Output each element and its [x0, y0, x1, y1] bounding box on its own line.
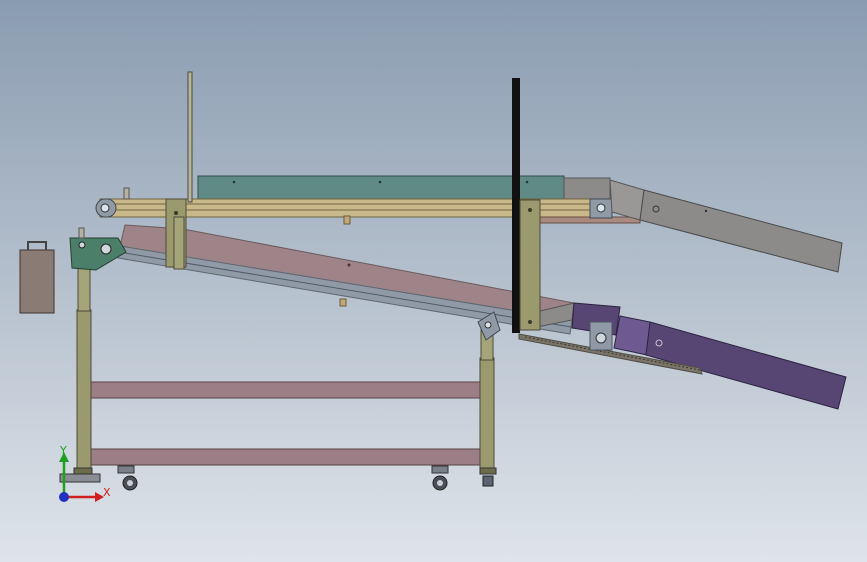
cad-viewport[interactable]: Y X [0, 0, 867, 562]
frame-lower-crossbar [89, 448, 483, 466]
frame-left-leg-top [77, 264, 91, 312]
black-post-bar [512, 78, 520, 333]
frame-right-leg [479, 357, 495, 471]
black-post-bracket [519, 199, 541, 331]
upper-head-pulley [95, 198, 117, 218]
plate-bolt-icon [528, 320, 532, 324]
motor-box[interactable] [19, 241, 55, 314]
lower-tail-pulley [589, 321, 613, 351]
upper-belt-bolt-icon [232, 180, 236, 184]
plate-bolt-icon [174, 211, 178, 215]
chute-bolt-icon [704, 209, 708, 213]
upper-belt-end-block [563, 177, 611, 201]
upper-belt-bolt-icon [378, 180, 382, 184]
origin-icon [59, 492, 69, 502]
upper-sensor [123, 187, 130, 200]
pivot-bolt-icon [484, 321, 492, 329]
plate-bolt-icon [528, 208, 532, 212]
motor-box-body [19, 249, 55, 314]
left-upright-lower-post [173, 216, 185, 270]
triad-y-label: Y [59, 444, 67, 457]
right-foot [479, 467, 497, 475]
upper-belt-body [197, 175, 565, 201]
head-sensor [78, 227, 85, 239]
upper-belt-bolt-icon [525, 180, 529, 184]
lower-chute-purple-joint [613, 315, 651, 356]
upper-tail-pulley [589, 198, 613, 219]
left-upright-top-post [187, 71, 193, 203]
right-leveling-foot [482, 475, 494, 487]
upper-hanger [343, 215, 351, 225]
frame-left-leg [76, 309, 92, 471]
head-bracket-bolt-icon [78, 241, 86, 249]
left-base-plate [59, 473, 101, 483]
triad-x-label: X [103, 486, 111, 499]
left-foot [73, 467, 93, 475]
lower-belt-hanger [339, 298, 347, 307]
lower-belt-bolt-icon [347, 263, 351, 267]
head-bracket-bolt-icon [100, 243, 112, 255]
frame-upper-crossbar [89, 381, 483, 399]
